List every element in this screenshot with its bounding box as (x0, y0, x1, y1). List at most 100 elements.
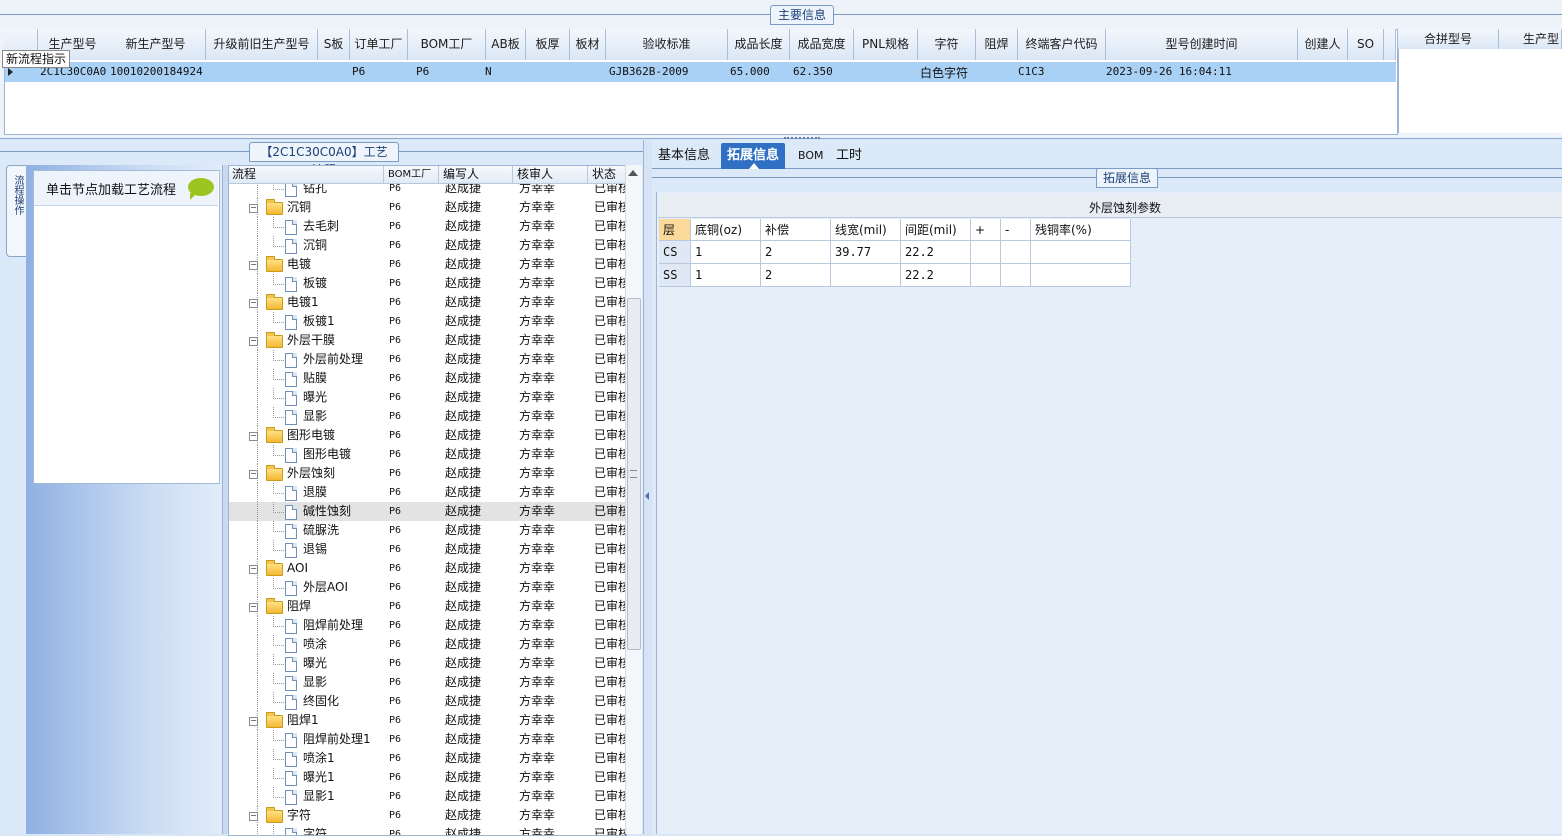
tree-row[interactable]: − 图形电镀 P6 赵成捷 方幸幸 已审核 (229, 426, 626, 445)
tree-row[interactable]: 钻孔 P6 赵成捷 方幸幸 已审核 (229, 184, 626, 198)
tab-basic-info[interactable]: 基本信息 (652, 143, 716, 169)
main-grid-header-5[interactable]: BOM工厂 (408, 29, 486, 60)
tree-row[interactable]: 阻焊前处理1 P6 赵成捷 方幸幸 已审核 (229, 730, 626, 749)
tab-worktime[interactable]: 工时 (830, 143, 868, 169)
collapse-icon[interactable]: − (249, 299, 258, 308)
tree-row[interactable]: − 阻焊1 P6 赵成捷 方幸幸 已审核 (229, 711, 626, 730)
tree-header-3[interactable]: 核审人 (514, 166, 588, 183)
splitter-left-arrow-icon[interactable] (645, 492, 649, 500)
tree-row[interactable]: − 外层蚀刻 P6 赵成捷 方幸幸 已审核 (229, 464, 626, 483)
tree-row[interactable]: − 阻焊 P6 赵成捷 方幸幸 已审核 (229, 597, 626, 616)
tree-row[interactable]: 去毛刺 P6 赵成捷 方幸幸 已审核 (229, 217, 626, 236)
collapse-icon[interactable]: − (249, 717, 258, 726)
main-grid-header-17[interactable]: 创建人 (1298, 29, 1348, 60)
ext-cell[interactable]: 1 (691, 264, 761, 287)
tree-row[interactable]: 退锡 P6 赵成捷 方幸幸 已审核 (229, 540, 626, 559)
merge-grid-header-0[interactable]: 合拼型号 (1398, 29, 1499, 49)
process-tree[interactable]: 流程BOM工厂编写人核审人状态 钻孔P6赵成捷方幸幸已审核−沉铜P6赵成捷方幸幸… (228, 165, 627, 836)
ext-header-2[interactable]: 补偿 (761, 219, 831, 241)
main-grid-header-2[interactable]: 升级前旧生产型号 (206, 29, 318, 60)
tree-cell-status: 已审核 (594, 523, 626, 537)
collapse-icon[interactable]: − (249, 261, 258, 270)
ext-cell[interactable] (1001, 241, 1031, 264)
ext-cell[interactable]: 2 (761, 264, 831, 287)
tree-row[interactable]: 曝光1 P6 赵成捷 方幸幸 已审核 (229, 768, 626, 787)
ext-header-7[interactable]: 残铜率(%) (1031, 219, 1131, 241)
collapse-icon[interactable]: − (249, 812, 258, 821)
ext-cell[interactable] (1031, 264, 1131, 287)
tree-cell-author: 赵成捷 (445, 789, 482, 803)
ext-cell[interactable] (1031, 241, 1131, 264)
folder-icon (266, 332, 283, 348)
main-grid-header-9[interactable]: 验收标准 (606, 29, 728, 60)
tree-row[interactable]: − AOI P6 赵成捷 方幸幸 已审核 (229, 559, 626, 578)
tree-row[interactable]: 曝光 P6 赵成捷 方幸幸 已审核 (229, 388, 626, 407)
main-grid-header-4[interactable]: 订单工厂 (350, 29, 408, 60)
ext-cell[interactable] (831, 264, 901, 287)
main-grid-header-6[interactable]: AB板 (486, 29, 526, 60)
ext-cell[interactable]: 22.2 (901, 241, 971, 264)
main-grid-header-8[interactable]: 板材 (570, 29, 606, 60)
tree-row[interactable]: 碱性蚀刻 P6 赵成捷 方幸幸 已审核 (229, 502, 626, 521)
ext-cell[interactable] (1001, 264, 1031, 287)
tree-row[interactable]: − 外层干膜 P6 赵成捷 方幸幸 已审核 (229, 331, 626, 350)
tree-row[interactable]: − 电镀 P6 赵成捷 方幸幸 已审核 (229, 255, 626, 274)
tree-row[interactable]: 终固化 P6 赵成捷 方幸幸 已审核 (229, 692, 626, 711)
main-grid-header-16[interactable]: 型号创建时间 (1106, 29, 1298, 60)
tree-row[interactable]: − 沉铜 P6 赵成捷 方幸幸 已审核 (229, 198, 626, 217)
ext-header-0[interactable]: 层 (659, 219, 691, 241)
main-grid-header-7[interactable]: 板厚 (526, 29, 570, 60)
tree-row[interactable]: 板镀1 P6 赵成捷 方幸幸 已审核 (229, 312, 626, 331)
tree-row[interactable]: 显影 P6 赵成捷 方幸幸 已审核 (229, 673, 626, 692)
ext-cell[interactable]: 39.77 (831, 241, 901, 264)
collapse-icon[interactable]: − (249, 565, 258, 574)
ext-cell[interactable]: 1 (691, 241, 761, 264)
ext-header-6[interactable]: - (1001, 219, 1031, 241)
ext-cell[interactable]: 22.2 (901, 264, 971, 287)
tree-row[interactable]: 阻焊前处理 P6 赵成捷 方幸幸 已审核 (229, 616, 626, 635)
tree-row[interactable]: 退膜 P6 赵成捷 方幸幸 已审核 (229, 483, 626, 502)
main-grid-header-12[interactable]: PNL规格 (854, 29, 918, 60)
ext-header-1[interactable]: 底铜(oz) (691, 219, 761, 241)
tree-row[interactable]: 图形电镀 P6 赵成捷 方幸幸 已审核 (229, 445, 626, 464)
main-grid-header-3[interactable]: S板 (318, 29, 350, 60)
tree-row[interactable]: 硫脲洗 P6 赵成捷 方幸幸 已审核 (229, 521, 626, 540)
tab-bom[interactable]: BOM (792, 143, 830, 169)
main-grid-header-15[interactable]: 终端客户代码 (1018, 29, 1106, 60)
collapse-icon[interactable]: − (249, 603, 258, 612)
tree-header-4[interactable]: 状态 (589, 166, 626, 183)
tree-header-1[interactable]: BOM工厂 (385, 166, 439, 183)
main-grid-header-13[interactable]: 字符 (918, 29, 976, 60)
tree-row[interactable]: 显影1 P6 赵成捷 方幸幸 已审核 (229, 787, 626, 806)
main-grid-header-11[interactable]: 成品宽度 (790, 29, 854, 60)
collapse-icon[interactable]: − (249, 470, 258, 479)
tree-row[interactable]: − 字符 P6 赵成捷 方幸幸 已审核 (229, 806, 626, 825)
ext-header-5[interactable]: + (971, 219, 1001, 241)
ext-cell[interactable]: 2 (761, 241, 831, 264)
main-grid-header-14[interactable]: 阻焊 (976, 29, 1018, 60)
tree-row[interactable]: 喷涂 P6 赵成捷 方幸幸 已审核 (229, 635, 626, 654)
ext-header-3[interactable]: 线宽(mil) (831, 219, 901, 241)
main-grid-header-10[interactable]: 成品长度 (728, 29, 790, 60)
scroll-up-arrow-icon[interactable] (628, 170, 638, 176)
merge-grid-header-1[interactable]: 生产型 (1499, 29, 1562, 49)
ext-cell[interactable] (971, 241, 1001, 264)
tree-header-0[interactable]: 流程 (229, 166, 384, 183)
tree-row[interactable]: 喷涂1 P6 赵成捷 方幸幸 已审核 (229, 749, 626, 768)
tree-row[interactable]: 曝光 P6 赵成捷 方幸幸 已审核 (229, 654, 626, 673)
tree-row[interactable]: 显影 P6 赵成捷 方幸幸 已审核 (229, 407, 626, 426)
ext-cell[interactable] (971, 264, 1001, 287)
tree-row[interactable]: 沉铜 P6 赵成捷 方幸幸 已审核 (229, 236, 626, 255)
tree-header-2[interactable]: 编写人 (440, 166, 513, 183)
collapse-icon[interactable]: − (249, 204, 258, 213)
tree-row[interactable]: 贴膜 P6 赵成捷 方幸幸 已审核 (229, 369, 626, 388)
main-grid-header-1[interactable]: 新生产型号 (106, 29, 206, 60)
collapse-icon[interactable]: − (249, 337, 258, 346)
tree-row[interactable]: − 电镀1 P6 赵成捷 方幸幸 已审核 (229, 293, 626, 312)
tree-row[interactable]: 外层AOI P6 赵成捷 方幸幸 已审核 (229, 578, 626, 597)
tree-row[interactable]: 板镀 P6 赵成捷 方幸幸 已审核 (229, 274, 626, 293)
main-grid-header-18[interactable]: SO (1348, 29, 1384, 60)
tree-row[interactable]: 外层前处理 P6 赵成捷 方幸幸 已审核 (229, 350, 626, 369)
ext-header-4[interactable]: 间距(mil) (901, 219, 971, 241)
collapse-icon[interactable]: − (249, 432, 258, 441)
